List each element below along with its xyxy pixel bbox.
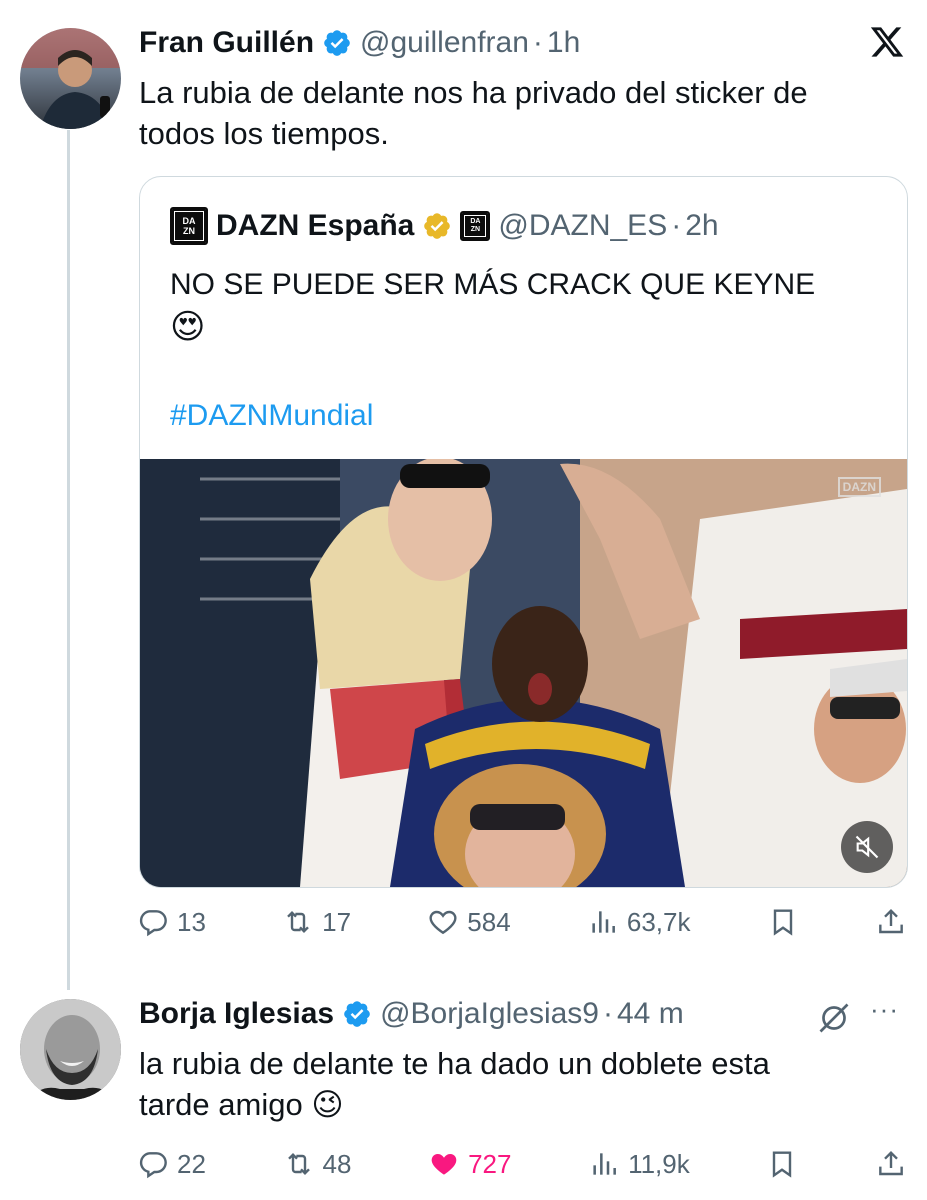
dazn-logo-text: DA [182, 216, 196, 226]
dazn-logo-text: ZN [183, 226, 195, 236]
dazn-logo-text: ZN [470, 226, 481, 233]
mute-icon [855, 835, 879, 859]
share-button[interactable] [875, 1148, 907, 1180]
bookmark-button[interactable] [767, 906, 799, 938]
like-button[interactable]: 727 [428, 1148, 511, 1180]
repost-count: 48 [322, 1148, 352, 1179]
dazn-avatar: DA ZN [170, 207, 208, 245]
reply-count: 13 [177, 906, 206, 937]
verified-icon [342, 999, 372, 1029]
bookmark-button[interactable] [766, 1148, 798, 1180]
avatar[interactable] [20, 28, 121, 129]
bookmark-icon [773, 909, 792, 936]
quote-media-video[interactable]: DAZN [140, 459, 907, 887]
tweet-text-line: todos los tiempos. [139, 116, 389, 151]
separator: · [603, 997, 613, 1030]
repost-button[interactable]: 17 [282, 906, 351, 938]
reply-timestamp[interactable]: 44 m [617, 997, 684, 1031]
like-count: 727 [468, 1148, 512, 1179]
bookmark-icon [773, 1151, 792, 1178]
reply-icon [139, 910, 167, 937]
reply-icon [139, 1152, 167, 1179]
affiliate-badge: DA ZN [460, 211, 491, 241]
share-button[interactable] [875, 906, 907, 938]
like-icon [431, 1154, 457, 1175]
quote-author-name: DAZN España [216, 209, 415, 242]
separator: · [532, 26, 543, 59]
x-logo-icon[interactable] [869, 24, 905, 60]
author-name[interactable]: Fran Guillén [139, 26, 314, 60]
repost-icon [287, 910, 309, 934]
quote-header: DA ZN DAZN España DA ZN @DAZN_ES · 2h [170, 207, 719, 245]
views-count: 63,7k [626, 906, 691, 937]
quote-text: NO SE PUEDE SER MÁS CRACK QUE KEYNE [170, 265, 890, 305]
dazn-logo-text: DA [470, 218, 481, 225]
reply-text: la rubia de delante te ha dado un doblet… [139, 1043, 899, 1125]
quote-text-line: NO SE PUEDE SER MÁS CRACK QUE KEYNE [170, 268, 816, 301]
separator: · [671, 209, 682, 242]
like-icon [429, 910, 457, 935]
verified-gold-icon [422, 211, 452, 241]
thread-line [67, 130, 70, 990]
reply-text-line: la rubia de delante te ha dado un doblet… [139, 1046, 770, 1081]
verified-icon [322, 28, 352, 58]
tweet-text: La rubia de delante nos ha privado del s… [139, 72, 899, 154]
reply-count: 22 [177, 1148, 206, 1179]
share-icon [879, 1150, 903, 1176]
like-count: 584 [467, 906, 511, 937]
heart-eyes-emoji: 😍 [170, 308, 206, 346]
like-button[interactable]: 584 [427, 906, 511, 938]
dazn-watermark: DAZN [837, 477, 881, 497]
repost-button[interactable]: 48 [283, 1148, 352, 1180]
views-button[interactable]: 11,9k [588, 1148, 690, 1180]
quote-timestamp: 2h [685, 209, 719, 242]
views-button[interactable]: 63,7k [587, 906, 691, 938]
quote-handle: @DAZN_ES [498, 209, 668, 242]
reply-actions: 22 48 727 11,9k [137, 1148, 907, 1180]
grok-icon[interactable] [816, 1000, 852, 1036]
repost-count: 17 [322, 906, 352, 937]
reply-button[interactable]: 22 [137, 1148, 206, 1180]
timestamp[interactable]: 1h [547, 26, 580, 60]
hashtag-link[interactable]: #DAZNMundial [170, 399, 373, 433]
mute-button[interactable] [841, 821, 893, 873]
reply-header: Borja Iglesias @BorjaIglesias9 · 44 m [139, 997, 684, 1031]
reply-author-name[interactable]: Borja Iglesias [139, 997, 334, 1031]
more-options-button[interactable]: ··· [870, 994, 899, 1025]
repost-icon [287, 1152, 310, 1176]
views-icon [592, 911, 615, 933]
reply-text-line: tarde amigo 😉 [139, 1084, 899, 1125]
video-frame [140, 459, 907, 887]
share-icon [879, 908, 903, 934]
author-handle[interactable]: @guillenfran [360, 26, 529, 60]
tweet-header: Fran Guillén @guillenfran · 1h [139, 26, 580, 60]
views-icon [593, 1153, 616, 1175]
reply-text-fragment: tarde amigo [139, 1087, 303, 1122]
tweet-text-line: La rubia de delante nos ha privado del s… [139, 75, 808, 110]
avatar[interactable] [20, 999, 121, 1100]
reply-button[interactable]: 13 [137, 906, 206, 938]
quoted-tweet[interactable]: DA ZN DAZN España DA ZN @DAZN_ES · 2h NO… [139, 176, 908, 888]
tweet-actions: 13 17 584 63,7k [137, 906, 907, 938]
reply-author-handle[interactable]: @BorjaIglesias9 [380, 997, 599, 1031]
views-count: 11,9k [628, 1148, 690, 1179]
wink-emoji: 😉 [311, 1087, 344, 1122]
